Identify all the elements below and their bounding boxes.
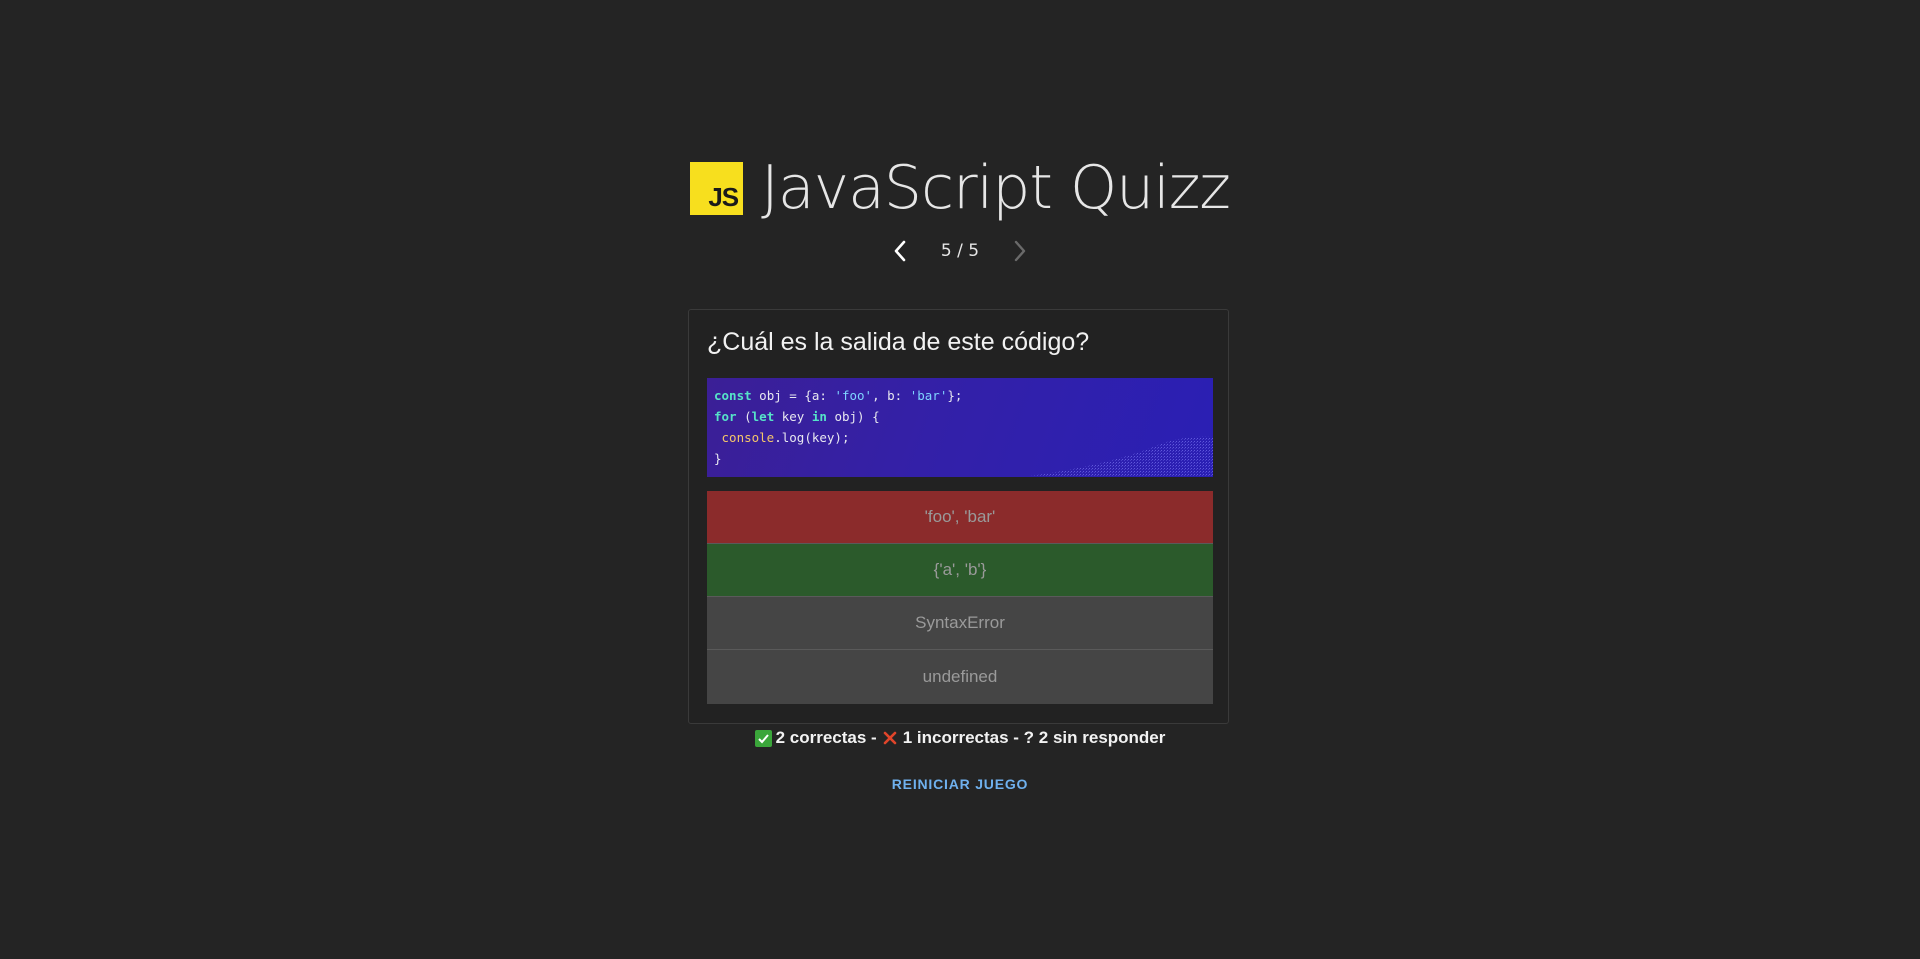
previous-question-button[interactable] xyxy=(880,236,920,266)
code-token: let xyxy=(751,409,775,424)
code-token: 'foo' xyxy=(834,388,873,403)
answer-option-neutral[interactable]: SyntaxError xyxy=(707,597,1213,650)
code-token: .log(key); xyxy=(774,430,850,445)
code-line: console.log(key); xyxy=(714,427,1206,448)
question-card: ¿Cuál es la salida de este código? const… xyxy=(688,309,1229,724)
next-question-button[interactable] xyxy=(1000,236,1040,266)
code-token: const xyxy=(714,388,752,403)
code-line: } xyxy=(714,448,1206,469)
code-token: }; xyxy=(947,388,963,403)
question-counter: 5 / 5 xyxy=(940,241,980,261)
chevron-left-icon xyxy=(894,240,906,262)
code-token: for xyxy=(714,409,737,424)
answer-option-correct[interactable]: {'a', 'b'} xyxy=(707,544,1213,597)
question-pager: 5 / 5 xyxy=(0,236,1920,266)
code-token: ( xyxy=(736,409,752,424)
page-title: JavaScript Quizz xyxy=(761,153,1231,223)
code-token: obj) { xyxy=(826,409,880,424)
page-header: JS JavaScript Quizz xyxy=(0,158,1920,218)
incorrect-and-unanswered-count: 1 incorrectas - ? 2 sin responder xyxy=(902,728,1166,747)
check-mark-icon xyxy=(754,729,772,747)
question-text: ¿Cuál es la salida de este código? xyxy=(707,328,1090,356)
cross-mark-icon xyxy=(881,729,899,747)
code-line: const obj = {a: 'foo', b: 'bar'}; xyxy=(714,385,1206,406)
code-token: } xyxy=(714,451,722,466)
code-token: 'bar' xyxy=(909,388,948,403)
restart-game-button[interactable]: REINICIAR JUEGO xyxy=(892,776,1028,792)
code-token: console xyxy=(721,430,775,445)
score-summary: 2 correctas - 1 incorrectas - ? 2 sin re… xyxy=(0,728,1920,748)
js-logo-text: JS xyxy=(708,181,739,212)
quiz-app: JS JavaScript Quizz 5 / 5 ¿Cuál es la sa… xyxy=(0,0,1920,959)
restart-area: REINICIAR JUEGO xyxy=(0,776,1920,794)
code-token: key xyxy=(774,409,812,424)
code-token: , b: xyxy=(872,388,910,403)
answer-option-incorrect[interactable]: 'foo', 'bar' xyxy=(707,491,1213,544)
js-logo: JS xyxy=(690,161,744,215)
chevron-right-icon xyxy=(1014,240,1026,262)
code-line: for (let key in obj) { xyxy=(714,406,1206,427)
code-token: obj = {a: xyxy=(751,388,835,403)
answer-list: 'foo', 'bar' {'a', 'b'} SyntaxError undefin… xyxy=(707,491,1213,704)
correct-count: 2 correctas - xyxy=(775,728,877,747)
code-lines: const obj = {a: 'foo', b: 'bar'}; for (le… xyxy=(714,385,1206,469)
answer-option-neutral[interactable]: undefined xyxy=(707,650,1213,704)
code-snippet: const obj = {a: 'foo', b: 'bar'}; for (le… xyxy=(707,378,1213,477)
code-token: in xyxy=(811,409,827,424)
